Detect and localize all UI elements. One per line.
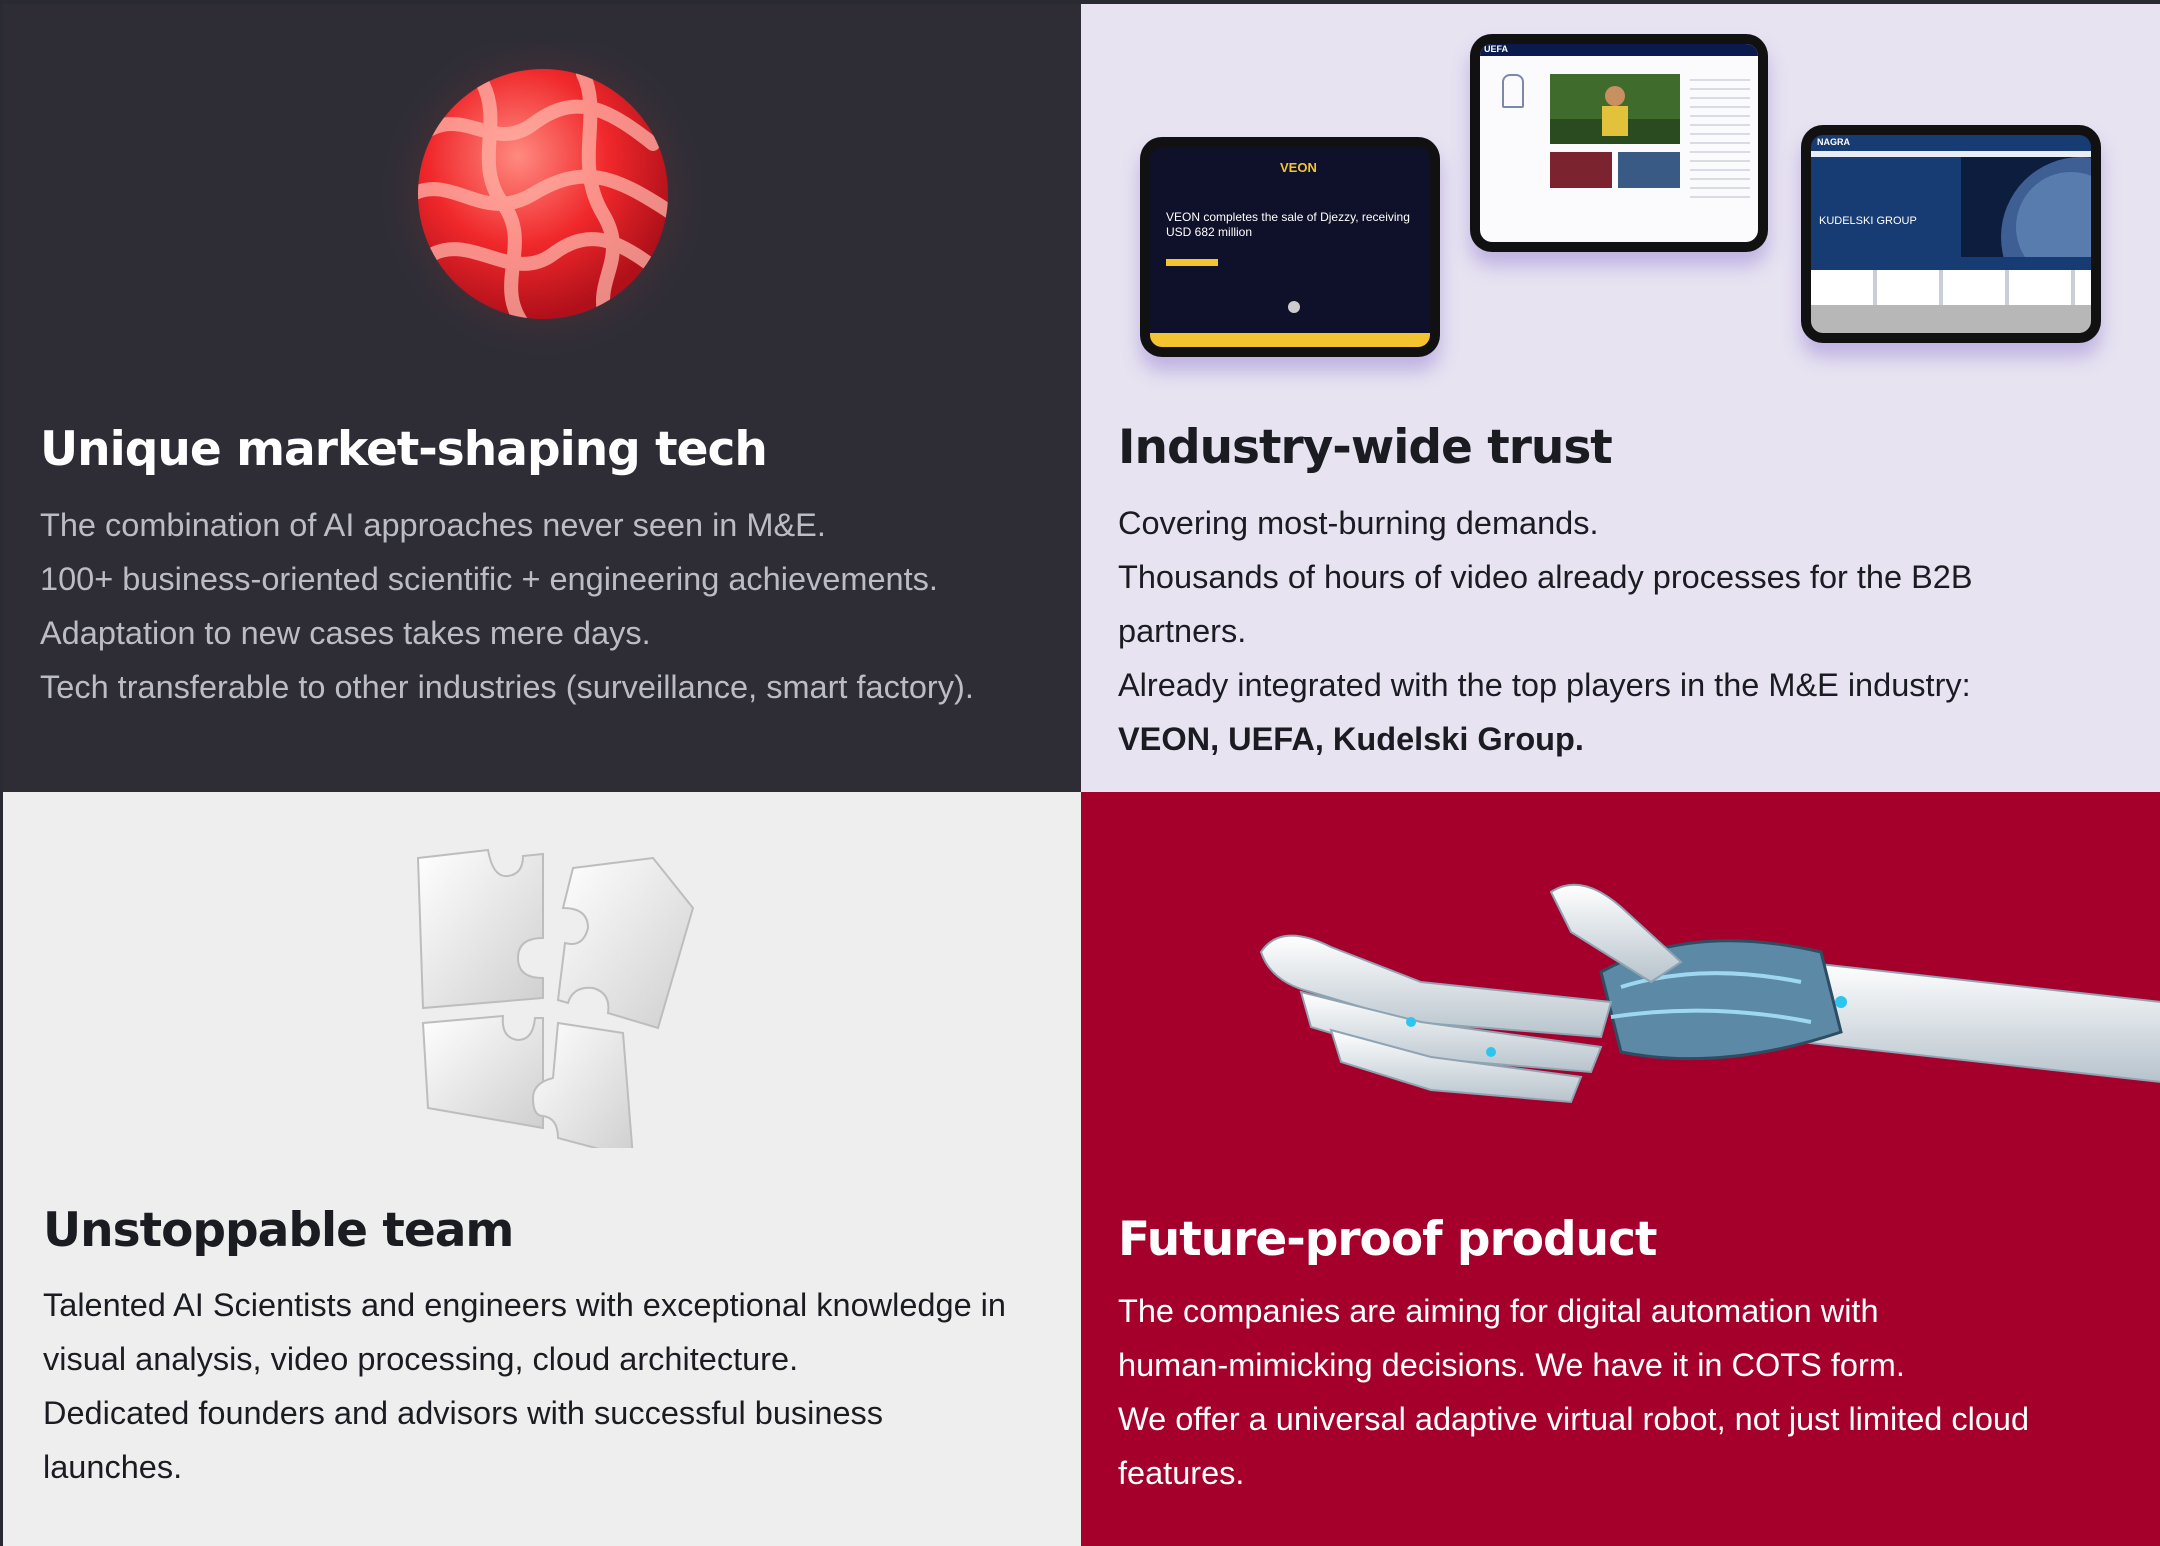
tile-line: We offer a universal adaptive virtual ro…	[1118, 1401, 2030, 1437]
uefa-photo-icon	[1550, 152, 1612, 188]
tile-title: Unstoppable team	[43, 1203, 514, 1258]
tile-line: The combination of AI approaches never s…	[40, 507, 826, 543]
tile-line: Talented AI Scientists and engineers wit…	[43, 1287, 1006, 1323]
veon-logo: VEON	[1280, 160, 1317, 175]
tile-title: Future-proof product	[1118, 1212, 1657, 1267]
robot-hand-icon	[1259, 883, 2160, 1104]
tile-line: partners.	[1118, 613, 1247, 649]
kudelski-screen: NAGRA KUDELSKI GROUP	[1811, 135, 2091, 333]
uefa-header	[1480, 44, 1758, 56]
tile-line: Tech transferable to other industries (s…	[40, 669, 974, 705]
uefa-trophy-icon	[1502, 74, 1524, 108]
tile-body: The combination of AI approaches never s…	[40, 498, 974, 714]
uefa-featured-photo-icon	[1550, 74, 1680, 144]
veon-play-icon	[1288, 301, 1300, 313]
kudelski-cards	[1811, 270, 2091, 305]
kudelski-tablet: NAGRA KUDELSKI GROUP	[1801, 125, 2101, 343]
tile-line: launches.	[43, 1449, 183, 1485]
puzzle-icon	[416, 848, 695, 1148]
uefa-photo-icon	[1618, 152, 1680, 188]
earth-icon	[1961, 157, 2091, 257]
tile-title: Unique market-shaping tech	[40, 422, 768, 477]
tile-title: Industry-wide trust	[1118, 420, 1613, 475]
tile-line: Covering most-burning demands.	[1118, 505, 1599, 541]
tile-body: Covering most-burning demands. Thousands…	[1118, 496, 1973, 766]
veon-footer-bar	[1150, 333, 1430, 347]
tile-line: visual analysis, video processing, cloud…	[43, 1341, 799, 1377]
tile-team: Unstoppable team Talented AI Scientists …	[3, 792, 1081, 1546]
kudelski-footer	[1811, 305, 2091, 333]
tile-body: The companies are aiming for digital aut…	[1118, 1284, 2029, 1500]
kudelski-headline: KUDELSKI GROUP	[1819, 215, 1917, 227]
uefa-logo: UEFA	[1484, 44, 1509, 54]
tile-line: Adaptation to new cases takes mere days.	[40, 615, 651, 651]
veon-screen: VEON VEON completes the sale of Djezzy, …	[1150, 147, 1430, 347]
uefa-tablet: UEFA	[1470, 34, 1768, 252]
tile-line: features.	[1118, 1455, 1245, 1491]
tile-line: human-mimicking decisions. We have it in…	[1118, 1347, 1905, 1383]
kudelski-logo: NAGRA	[1817, 137, 1850, 147]
tile-line: The companies are aiming for digital aut…	[1118, 1293, 1879, 1329]
tile-line: Thousands of hours of video already proc…	[1118, 559, 1973, 595]
red-sphere-icon	[373, 44, 713, 364]
tile-tech: Unique market-shaping tech The combinati…	[3, 4, 1081, 792]
tile-product: Future-proof product The companies are a…	[1081, 792, 2160, 1546]
veon-headline: VEON completes the sale of Djezzy, recei…	[1166, 210, 1410, 224]
feature-grid: Unique market-shaping tech The combinati…	[0, 0, 2160, 1546]
uefa-screen: UEFA	[1480, 44, 1758, 242]
tile-line: Already integrated with the top players …	[1118, 667, 1971, 703]
tile-line: 100+ business-oriented scientific + engi…	[40, 561, 938, 597]
uefa-ranking-list	[1690, 72, 1750, 202]
tile-trust: VEON VEON completes the sale of Djezzy, …	[1081, 4, 2160, 792]
partners-line: VEON, UEFA, Kudelski Group.	[1118, 721, 1584, 757]
veon-tablet: VEON VEON completes the sale of Djezzy, …	[1140, 137, 1440, 357]
tile-body: Talented AI Scientists and engineers wit…	[43, 1278, 1006, 1494]
veon-headline: USD 682 million	[1166, 225, 1253, 239]
veon-read-button	[1166, 259, 1218, 266]
tile-line: Dedicated founders and advisors with suc…	[43, 1395, 884, 1431]
